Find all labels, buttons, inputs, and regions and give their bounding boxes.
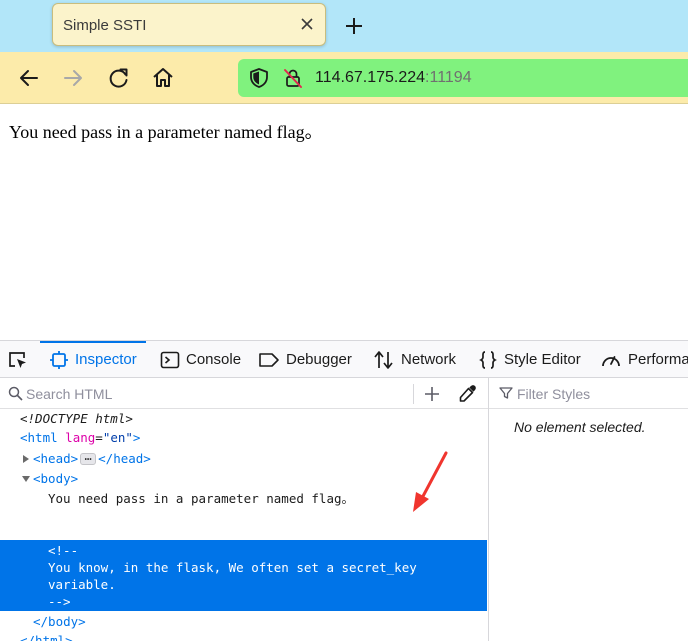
console-icon	[160, 351, 180, 368]
forward-icon[interactable]	[59, 64, 87, 92]
shield-icon[interactable]	[248, 67, 270, 89]
html-open-gt: >	[132, 430, 141, 445]
tree-node-comment-selected[interactable]: <!-- You know, in the flask, We often se…	[0, 540, 487, 611]
tree-node-body-close[interactable]: </body>	[0, 612, 488, 632]
tab-label: Debugger	[286, 351, 352, 368]
body-open-tag: <body>	[33, 471, 79, 486]
new-tab-icon[interactable]	[340, 12, 368, 40]
tab-console[interactable]: Console	[160, 341, 242, 377]
url-bar[interactable]: 114.67.175.224:11194	[238, 59, 688, 97]
tab-network[interactable]: Network	[373, 341, 457, 377]
text-node: You need pass in a parameter named flag。	[48, 491, 354, 506]
page-viewport: You need pass in a parameter named flag。	[0, 105, 688, 340]
inspector-icon	[50, 350, 68, 369]
tab-strip: Simple SSTI	[0, 0, 688, 52]
filter-icon	[499, 387, 513, 399]
tab-inspector[interactable]: Inspector	[40, 341, 146, 377]
doctype-text: <!DOCTYPE html>	[20, 411, 133, 426]
lang-value: "en"	[102, 430, 133, 445]
browser-tab[interactable]: Simple SSTI	[52, 3, 326, 46]
tab-title: Simple SSTI	[63, 17, 147, 34]
tab-debugger[interactable]: Debugger	[258, 341, 352, 377]
collapsed-ellipsis-icon[interactable]: …	[80, 450, 97, 465]
head-close-tag: </head>	[98, 451, 151, 466]
comment-line: -->	[48, 594, 71, 609]
tab-label: Network	[401, 351, 457, 368]
page-body-text: You need pass in a parameter named flag。	[9, 122, 323, 142]
comment-line: You know, in the flask, We often set a s…	[48, 560, 417, 575]
url-text[interactable]: 114.67.175.224:11194	[315, 69, 472, 87]
navigation-toolbar: 114.67.175.224:11194	[0, 52, 688, 104]
reload-icon[interactable]	[105, 64, 133, 92]
html-open-tag: <html	[20, 430, 58, 445]
home-icon[interactable]	[149, 64, 177, 92]
head-open-tag: <head>	[33, 451, 79, 466]
tab-label: Performa	[628, 351, 688, 368]
insecure-lock-icon[interactable]	[282, 67, 304, 89]
debugger-icon	[259, 352, 279, 367]
eyedropper-icon[interactable]	[456, 383, 478, 405]
rules-panel: No element selected.	[488, 378, 688, 641]
tab-label: Console	[186, 351, 242, 368]
devtools-toolbar: Inspector Console Debugger Network Style…	[0, 340, 688, 378]
html-close-tag: </html>	[20, 633, 73, 641]
back-icon[interactable]	[15, 64, 43, 92]
tree-node-html[interactable]: <html lang="en">	[0, 428, 488, 448]
comment-line: variable.	[48, 577, 116, 592]
collapse-triangle-icon[interactable]	[21, 469, 31, 489]
filter-row	[489, 378, 688, 409]
divider	[413, 384, 414, 404]
lang-attribute: lang	[65, 430, 96, 445]
performance-icon	[602, 355, 620, 366]
comment-line: <!--	[48, 543, 79, 558]
tab-performance[interactable]: Performa	[600, 341, 688, 377]
annotation-arrow-icon	[413, 451, 448, 512]
tab-style-editor[interactable]: Style Editor	[478, 341, 581, 377]
style-editor-icon	[479, 350, 497, 369]
network-icon	[374, 350, 393, 369]
tab-label: Inspector	[75, 351, 137, 368]
tab-label: Style Editor	[504, 351, 581, 368]
element-picker-icon[interactable]	[7, 350, 29, 370]
expand-triangle-icon[interactable]	[21, 449, 31, 469]
search-icon	[8, 386, 23, 401]
body-close-tag: </body>	[33, 614, 86, 629]
close-tab-icon[interactable]	[296, 13, 318, 35]
search-row	[0, 378, 488, 409]
tree-node-html-close[interactable]: </html>	[0, 631, 488, 641]
url-host: 114.67.175.224	[315, 69, 426, 86]
url-port: :11194	[425, 69, 472, 86]
empty-rules-message: No element selected.	[514, 419, 646, 435]
filter-styles-input[interactable]	[517, 383, 682, 405]
search-html-input[interactable]	[26, 383, 406, 405]
tree-node-doctype[interactable]: <!DOCTYPE html>	[0, 409, 488, 429]
add-node-icon[interactable]	[421, 383, 443, 405]
